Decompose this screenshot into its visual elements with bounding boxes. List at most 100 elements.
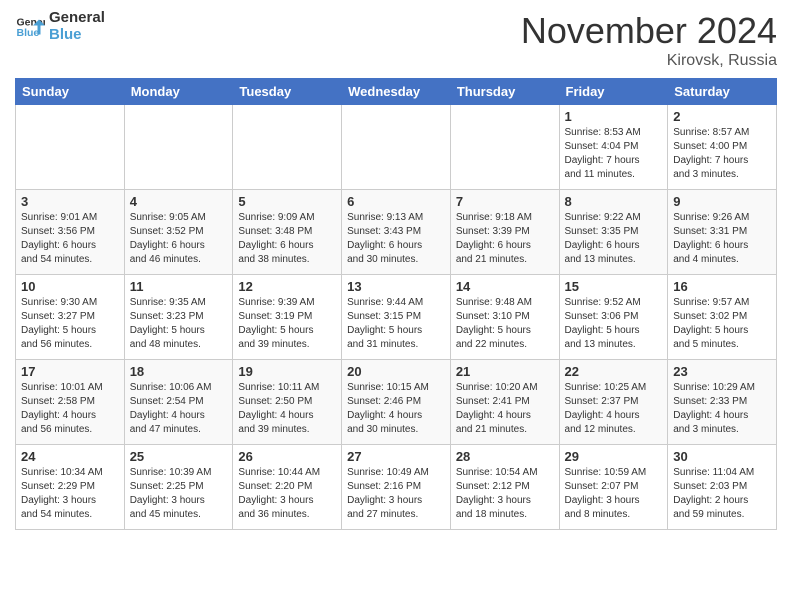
calendar-cell: 15 Sunrise: 9:52 AM Sunset: 3:06 PM Dayli… bbox=[559, 275, 668, 360]
calendar-cell: 13Sunrise: 9:44 AM Sunset: 3:15 PM Dayli… bbox=[342, 275, 451, 360]
col-header-monday: Monday bbox=[124, 79, 233, 105]
calendar-cell: 5 Sunrise: 9:09 AM Sunset: 3:48 PM Daylig… bbox=[233, 190, 342, 275]
calendar-cell: 21 Sunrise: 10:20 AM Sunset: 2:41 PM Dayl… bbox=[450, 360, 559, 445]
week-row-2: 10 Sunrise: 9:30 AM Sunset: 3:27 PM Dayli… bbox=[16, 275, 777, 360]
day-info: Sunrise: 10:34 AM Sunset: 2:29 PM Daylig… bbox=[21, 466, 119, 522]
header: General Blue General Blue November 2024 … bbox=[15, 10, 777, 70]
day-number: 3 bbox=[21, 194, 119, 209]
calendar-cell: 23Sunrise: 10:29 AM Sunset: 2:33 PM Dayl… bbox=[668, 360, 777, 445]
calendar-cell: 2Sunrise: 8:57 AM Sunset: 4:00 PM Daylig… bbox=[668, 105, 777, 190]
calendar-cell: 6 Sunrise: 9:13 AM Sunset: 3:43 PM Daylig… bbox=[342, 190, 451, 275]
day-number: 14 bbox=[456, 279, 554, 294]
day-number: 9 bbox=[673, 194, 771, 209]
day-info: Sunrise: 9:39 AM Sunset: 3:19 PM Dayligh… bbox=[238, 296, 336, 352]
calendar-cell bbox=[450, 105, 559, 190]
day-number: 20 bbox=[347, 364, 445, 379]
calendar-cell: 24 Sunrise: 10:34 AM Sunset: 2:29 PM Dayl… bbox=[16, 445, 125, 530]
calendar-cell: 25 Sunrise: 10:39 AM Sunset: 2:25 PM Dayl… bbox=[124, 445, 233, 530]
day-number: 26 bbox=[238, 449, 336, 464]
day-info: Sunrise: 11:04 AM Sunset: 2:03 PM Daylig… bbox=[673, 466, 771, 522]
day-info: Sunrise: 10:59 AM Sunset: 2:07 PM Daylig… bbox=[565, 466, 663, 522]
day-number: 13 bbox=[347, 279, 445, 294]
day-info: Sunrise: 10:49 AM Sunset: 2:16 PM Daylig… bbox=[347, 466, 445, 522]
location-subtitle: Kirovsk, Russia bbox=[521, 52, 777, 70]
day-number: 30 bbox=[673, 449, 771, 464]
calendar-body: 1 Sunrise: 8:53 AM Sunset: 4:04 PM Daylig… bbox=[16, 105, 777, 530]
calendar-cell: 28Sunrise: 10:54 AM Sunset: 2:12 PM Dayl… bbox=[450, 445, 559, 530]
calendar-header: SundayMondayTuesdayWednesdayThursdayFrid… bbox=[16, 79, 777, 105]
day-info: Sunrise: 9:48 AM Sunset: 3:10 PM Dayligh… bbox=[456, 296, 554, 352]
col-header-thursday: Thursday bbox=[450, 79, 559, 105]
day-number: 10 bbox=[21, 279, 119, 294]
calendar-cell: 7 Sunrise: 9:18 AM Sunset: 3:39 PM Daylig… bbox=[450, 190, 559, 275]
day-number: 29 bbox=[565, 449, 663, 464]
day-info: Sunrise: 9:30 AM Sunset: 3:27 PM Dayligh… bbox=[21, 296, 119, 352]
day-number: 12 bbox=[238, 279, 336, 294]
calendar-cell: 30 Sunrise: 11:04 AM Sunset: 2:03 PM Dayl… bbox=[668, 445, 777, 530]
day-number: 11 bbox=[130, 279, 228, 294]
day-number: 1 bbox=[565, 109, 663, 124]
week-row-0: 1 Sunrise: 8:53 AM Sunset: 4:04 PM Daylig… bbox=[16, 105, 777, 190]
calendar-cell: 8 Sunrise: 9:22 AM Sunset: 3:35 PM Daylig… bbox=[559, 190, 668, 275]
day-info: Sunrise: 10:25 AM Sunset: 2:37 PM Daylig… bbox=[565, 381, 663, 437]
week-row-3: 17Sunrise: 10:01 AM Sunset: 2:58 PM Dayl… bbox=[16, 360, 777, 445]
logo-icon: General Blue bbox=[15, 12, 45, 42]
calendar-cell: 12 Sunrise: 9:39 AM Sunset: 3:19 PM Dayli… bbox=[233, 275, 342, 360]
day-info: Sunrise: 10:29 AM Sunset: 2:33 PM Daylig… bbox=[673, 381, 771, 437]
calendar-cell: 1 Sunrise: 8:53 AM Sunset: 4:04 PM Daylig… bbox=[559, 105, 668, 190]
day-number: 16 bbox=[673, 279, 771, 294]
calendar-table: SundayMondayTuesdayWednesdayThursdayFrid… bbox=[15, 78, 777, 530]
day-number: 24 bbox=[21, 449, 119, 464]
title-block: November 2024 Kirovsk, Russia bbox=[521, 10, 777, 70]
calendar-cell: 18 Sunrise: 10:06 AM Sunset: 2:54 PM Dayl… bbox=[124, 360, 233, 445]
day-info: Sunrise: 9:52 AM Sunset: 3:06 PM Dayligh… bbox=[565, 296, 663, 352]
calendar-cell: 29 Sunrise: 10:59 AM Sunset: 2:07 PM Dayl… bbox=[559, 445, 668, 530]
calendar-cell: 14 Sunrise: 9:48 AM Sunset: 3:10 PM Dayli… bbox=[450, 275, 559, 360]
day-info: Sunrise: 10:44 AM Sunset: 2:20 PM Daylig… bbox=[238, 466, 336, 522]
day-number: 28 bbox=[456, 449, 554, 464]
day-number: 8 bbox=[565, 194, 663, 209]
day-number: 21 bbox=[456, 364, 554, 379]
calendar-cell: 16Sunrise: 9:57 AM Sunset: 3:02 PM Dayli… bbox=[668, 275, 777, 360]
day-number: 15 bbox=[565, 279, 663, 294]
day-number: 22 bbox=[565, 364, 663, 379]
day-info: Sunrise: 9:26 AM Sunset: 3:31 PM Dayligh… bbox=[673, 211, 771, 267]
day-info: Sunrise: 10:39 AM Sunset: 2:25 PM Daylig… bbox=[130, 466, 228, 522]
day-info: Sunrise: 10:06 AM Sunset: 2:54 PM Daylig… bbox=[130, 381, 228, 437]
day-info: Sunrise: 9:09 AM Sunset: 3:48 PM Dayligh… bbox=[238, 211, 336, 267]
day-info: Sunrise: 10:11 AM Sunset: 2:50 PM Daylig… bbox=[238, 381, 336, 437]
day-info: Sunrise: 9:18 AM Sunset: 3:39 PM Dayligh… bbox=[456, 211, 554, 267]
day-info: Sunrise: 9:35 AM Sunset: 3:23 PM Dayligh… bbox=[130, 296, 228, 352]
day-info: Sunrise: 10:01 AM Sunset: 2:58 PM Daylig… bbox=[21, 381, 119, 437]
logo: General Blue General Blue bbox=[15, 10, 105, 43]
day-info: Sunrise: 9:22 AM Sunset: 3:35 PM Dayligh… bbox=[565, 211, 663, 267]
day-number: 4 bbox=[130, 194, 228, 209]
day-number: 6 bbox=[347, 194, 445, 209]
week-row-1: 3Sunrise: 9:01 AM Sunset: 3:56 PM Daylig… bbox=[16, 190, 777, 275]
calendar-cell: 10 Sunrise: 9:30 AM Sunset: 3:27 PM Dayli… bbox=[16, 275, 125, 360]
day-number: 27 bbox=[347, 449, 445, 464]
logo-line2: Blue bbox=[49, 27, 105, 44]
svg-text:Blue: Blue bbox=[17, 27, 40, 39]
day-info: Sunrise: 8:57 AM Sunset: 4:00 PM Dayligh… bbox=[673, 126, 771, 182]
calendar-cell: 26 Sunrise: 10:44 AM Sunset: 2:20 PM Dayl… bbox=[233, 445, 342, 530]
calendar-cell bbox=[233, 105, 342, 190]
day-info: Sunrise: 9:05 AM Sunset: 3:52 PM Dayligh… bbox=[130, 211, 228, 267]
day-number: 7 bbox=[456, 194, 554, 209]
calendar-cell: 9 Sunrise: 9:26 AM Sunset: 3:31 PM Daylig… bbox=[668, 190, 777, 275]
day-number: 18 bbox=[130, 364, 228, 379]
day-info: Sunrise: 8:53 AM Sunset: 4:04 PM Dayligh… bbox=[565, 126, 663, 182]
page-container: General Blue General Blue November 2024 … bbox=[0, 0, 792, 540]
calendar-cell: 17Sunrise: 10:01 AM Sunset: 2:58 PM Dayl… bbox=[16, 360, 125, 445]
calendar-cell bbox=[16, 105, 125, 190]
col-header-tuesday: Tuesday bbox=[233, 79, 342, 105]
day-info: Sunrise: 9:13 AM Sunset: 3:43 PM Dayligh… bbox=[347, 211, 445, 267]
day-number: 5 bbox=[238, 194, 336, 209]
calendar-cell: 20Sunrise: 10:15 AM Sunset: 2:46 PM Dayl… bbox=[342, 360, 451, 445]
calendar-cell: 11 Sunrise: 9:35 AM Sunset: 3:23 PM Dayli… bbox=[124, 275, 233, 360]
month-title: November 2024 bbox=[521, 10, 777, 52]
col-header-sunday: Sunday bbox=[16, 79, 125, 105]
day-info: Sunrise: 10:20 AM Sunset: 2:41 PM Daylig… bbox=[456, 381, 554, 437]
calendar-cell: 27 Sunrise: 10:49 AM Sunset: 2:16 PM Dayl… bbox=[342, 445, 451, 530]
day-number: 25 bbox=[130, 449, 228, 464]
